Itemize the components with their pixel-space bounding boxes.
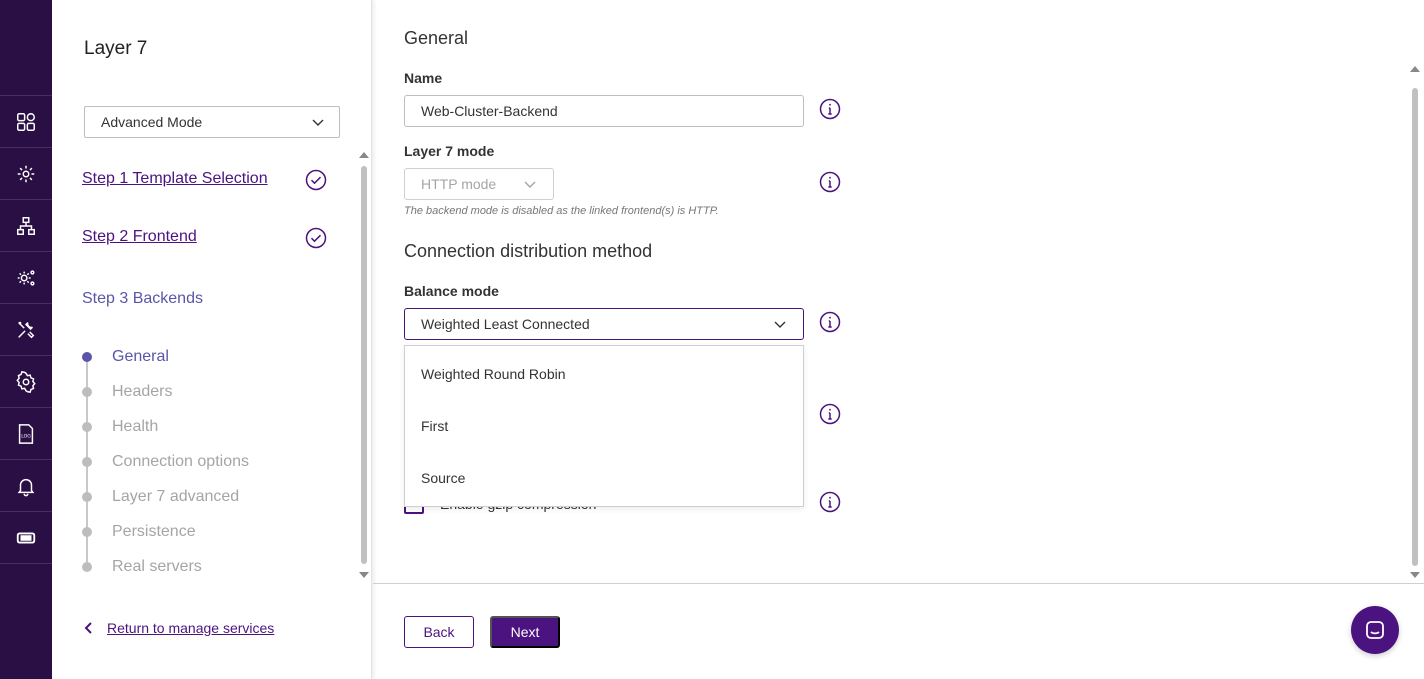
tools-icon [18, 321, 35, 338]
substep-label: Connection options [112, 453, 249, 470]
mode-select[interactable]: Advanced Mode [84, 106, 340, 138]
back-button[interactable]: Back [404, 616, 474, 648]
gear-icon [16, 370, 36, 393]
chevron-down-icon [312, 119, 324, 126]
substep-persistence[interactable]: Persistence [82, 523, 196, 541]
log-label: LOG [21, 433, 31, 439]
substep-connection-options[interactable]: Connection options [82, 453, 249, 471]
nav-notifications[interactable] [0, 460, 52, 512]
nav-dashboard[interactable] [0, 96, 52, 148]
balance-mode-value: Weighted Least Connected [421, 316, 590, 332]
footer-divider [373, 583, 1424, 584]
info-icon[interactable] [819, 98, 841, 120]
panel-title: Layer 7 [84, 38, 148, 59]
substep-health[interactable]: Health [82, 418, 158, 436]
main-scrollbar[interactable] [1412, 88, 1418, 566]
main-content: General Name Web-Cluster-Backend Layer 7… [373, 0, 1424, 679]
layer7-mode-helper: The backend mode is disabled as the link… [404, 205, 719, 217]
substep-label: Health [112, 418, 159, 435]
next-button[interactable]: Next [490, 616, 560, 648]
layer7-mode-select: HTTP mode [404, 168, 554, 200]
layer7-mode-value: HTTP mode [421, 176, 497, 192]
nav-cluster[interactable] [0, 148, 52, 200]
cluster-settings-icon [17, 165, 35, 182]
substep-dot [82, 562, 92, 572]
substep-label: Headers [112, 383, 173, 400]
balance-option-round-robin[interactable]: Weighted Round Robin [405, 348, 803, 400]
info-icon[interactable] [819, 403, 841, 425]
substep-real-servers[interactable]: Real servers [82, 558, 202, 576]
section-general-heading: General [404, 28, 469, 48]
mode-select-value: Advanced Mode [101, 114, 203, 130]
balance-mode-dropdown: Weighted Round Robin First Source [404, 345, 804, 507]
step-1-link[interactable]: Step 1 Template Selection [82, 170, 268, 188]
nav-support[interactable] [0, 512, 52, 564]
chat-launcher-button[interactable] [1351, 606, 1399, 654]
dashboard-icon [17, 112, 35, 131]
log-file-icon: LOG [18, 423, 34, 444]
network-icon [17, 216, 35, 235]
substep-dot [82, 527, 92, 537]
substep-layer7-advanced[interactable]: Layer 7 advanced [82, 488, 239, 506]
rail-header [0, 0, 52, 96]
check-circle-icon [305, 169, 327, 191]
balance-option-first[interactable]: First [405, 400, 803, 452]
step-3-label[interactable]: Step 3 Backends [82, 290, 203, 308]
chat-icon [1366, 621, 1384, 639]
name-input-value: Web-Cluster-Backend [421, 103, 558, 119]
ticket-icon [16, 532, 36, 543]
nav-service-settings[interactable] [0, 252, 52, 304]
substep-dot [82, 457, 92, 467]
info-icon[interactable] [819, 171, 841, 193]
name-label: Name [404, 70, 443, 86]
info-icon[interactable] [819, 311, 841, 333]
nav-rail: LOG [0, 0, 52, 679]
balance-mode-label: Balance mode [404, 283, 499, 299]
substep-dot [82, 492, 92, 502]
services-settings-icon [17, 269, 35, 286]
chevron-down-icon [774, 321, 786, 328]
info-icon[interactable] [819, 491, 841, 513]
balance-option-source[interactable]: Source [405, 452, 803, 504]
substep-dot [82, 352, 92, 362]
chevron-left-icon [84, 622, 92, 634]
substep-dot [82, 387, 92, 397]
nav-network[interactable] [0, 200, 52, 252]
nav-tools[interactable] [0, 304, 52, 356]
wizard-steps-panel: Layer 7 Advanced Mode Step 1 Template Se… [52, 0, 372, 679]
layer7-mode-label: Layer 7 mode [404, 143, 495, 159]
nav-logs[interactable]: LOG [0, 408, 52, 460]
main-scroll-down-arrow[interactable] [1410, 572, 1420, 578]
scroll-up-arrow[interactable] [359, 152, 369, 158]
substep-headers[interactable]: Headers [82, 383, 172, 401]
substep-general[interactable]: General [82, 348, 169, 366]
substep-label: Persistence [112, 523, 196, 540]
check-circle-icon [305, 227, 327, 249]
substep-label: Real servers [112, 558, 202, 575]
nav-settings[interactable] [0, 356, 52, 408]
main-scroll-up-arrow[interactable] [1410, 66, 1420, 72]
substep-dot [82, 422, 92, 432]
step-2-link[interactable]: Step 2 Frontend [82, 228, 197, 246]
scroll-down-arrow[interactable] [359, 572, 369, 578]
substep-label: Layer 7 advanced [112, 488, 240, 505]
balance-mode-select[interactable]: Weighted Least Connected [404, 308, 804, 340]
chevron-down-icon [524, 181, 536, 188]
panel-scrollbar[interactable] [361, 166, 367, 564]
section-distribution-heading: Connection distribution method [404, 241, 653, 261]
name-input[interactable]: Web-Cluster-Backend [404, 95, 804, 127]
substep-label: General [112, 348, 169, 365]
bell-icon [17, 478, 35, 496]
return-link-label: Return to manage services [107, 620, 275, 636]
return-to-services-link[interactable]: Return to manage services [82, 620, 274, 636]
